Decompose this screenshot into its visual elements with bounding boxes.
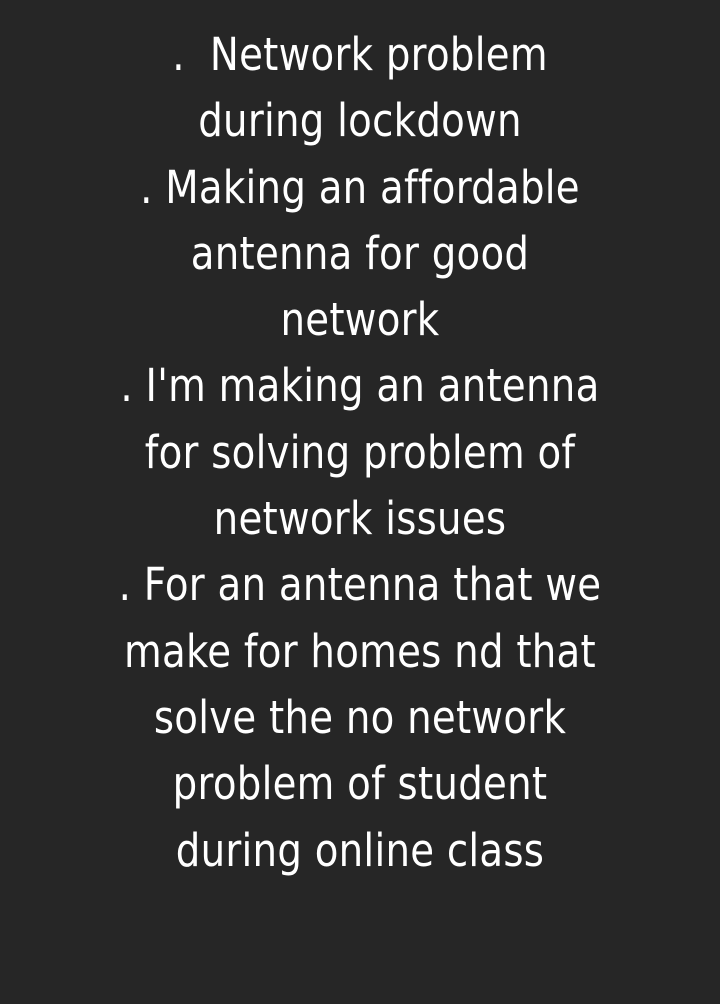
- note-line: . Making an affordable: [140, 160, 580, 214]
- note-line: make for homes nd that: [124, 624, 596, 678]
- note-line: . For an antenna that we: [118, 558, 602, 612]
- note-line: . I'm making an antenna: [120, 359, 600, 413]
- note-line: . Network problem: [172, 28, 548, 81]
- note-line: network issues: [213, 492, 507, 546]
- note-line: problem of student: [172, 757, 548, 811]
- note-line: during online class: [175, 823, 545, 877]
- note-line: for solving problem of: [144, 425, 576, 479]
- note-line: network: [280, 293, 440, 347]
- note-line: solve the no network: [153, 690, 567, 744]
- handwritten-note: . Network problem during lockdown . Maki…: [50, 22, 669, 884]
- note-line: during lockdown: [198, 94, 522, 148]
- note-line: antenna for good: [190, 226, 530, 280]
